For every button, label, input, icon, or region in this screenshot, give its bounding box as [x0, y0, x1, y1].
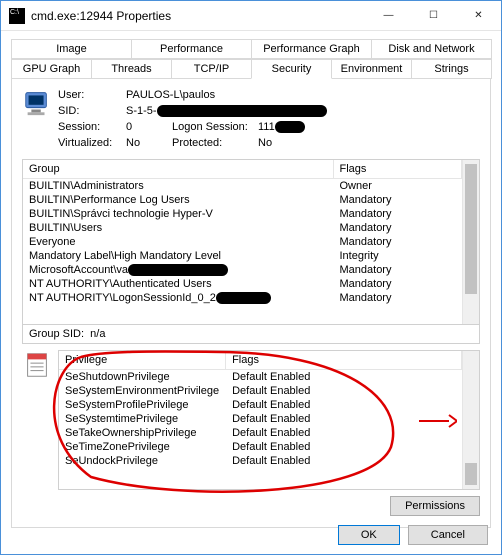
groups-col-flags[interactable]: Flags: [333, 160, 462, 179]
logon-session-value: 111: [258, 119, 305, 135]
table-row[interactable]: Mandatory Label\High Mandatory LevelInte…: [23, 249, 462, 263]
privileges-icon: [22, 350, 52, 380]
table-row[interactable]: SeTakeOwnershipPrivilegeDefault Enabled: [59, 426, 462, 440]
tab-performance[interactable]: Performance: [131, 39, 252, 59]
table-row[interactable]: NT AUTHORITY\LogonSessionId_0_2Mandatory: [23, 291, 462, 305]
table-row[interactable]: MicrosoftAccount\vaMandatory: [23, 263, 462, 277]
priv-scrollbar[interactable]: [462, 351, 479, 489]
groups-listbox[interactable]: Group Flags BUILTIN\AdministratorsOwnerB…: [22, 159, 480, 325]
session-label: Session:: [58, 119, 126, 135]
tab-gpu-graph[interactable]: GPU Graph: [11, 59, 92, 79]
table-row[interactable]: SeUndockPrivilegeDefault Enabled: [59, 454, 462, 468]
logon-session-label: Logon Session:: [166, 119, 258, 135]
priv-col-flags[interactable]: Flags: [226, 351, 462, 370]
tab-strings[interactable]: Strings: [411, 59, 492, 79]
close-button[interactable]: ✕: [456, 1, 501, 30]
user-label: User:: [58, 87, 126, 103]
tab-security-page: User: PAULOS-L\paulos SID: S-1-5- Sessio…: [11, 78, 491, 528]
table-row[interactable]: SeShutdownPrivilegeDefault Enabled: [59, 370, 462, 385]
minimize-button[interactable]: —: [366, 1, 411, 30]
window-title: cmd.exe:12944 Properties: [31, 9, 366, 23]
privileges-listbox[interactable]: Privilege Flags SeShutdownPrivilegeDefau…: [58, 350, 480, 490]
virtualized-value: No: [126, 135, 166, 151]
permissions-button[interactable]: Permissions: [390, 496, 480, 516]
cmd-icon: [9, 8, 25, 24]
tabstrip: ImagePerformancePerformance GraphDisk an…: [11, 39, 491, 79]
table-row[interactable]: SeTimeZonePrivilegeDefault Enabled: [59, 440, 462, 454]
tab-environment[interactable]: Environment: [331, 59, 412, 79]
user-value: PAULOS-L\paulos: [126, 87, 215, 103]
virtualized-label: Virtualized:: [58, 135, 126, 151]
table-row[interactable]: SeSystemProfilePrivilegeDefault Enabled: [59, 398, 462, 412]
maximize-button[interactable]: ☐: [411, 1, 456, 30]
tab-image[interactable]: Image: [11, 39, 132, 59]
table-row[interactable]: BUILTIN\Performance Log UsersMandatory: [23, 193, 462, 207]
tab-threads[interactable]: Threads: [91, 59, 172, 79]
groups-scrollbar[interactable]: [462, 160, 479, 324]
sid-value: S-1-5-: [126, 103, 327, 119]
process-icon: [22, 87, 52, 117]
tab-tcp/ip[interactable]: TCP/IP: [171, 59, 252, 79]
priv-col-privilege[interactable]: Privilege: [59, 351, 226, 370]
tab-security[interactable]: Security: [251, 59, 332, 79]
ok-button[interactable]: OK: [338, 525, 400, 545]
tab-performance-graph[interactable]: Performance Graph: [251, 39, 372, 59]
table-row[interactable]: BUILTIN\Správci technologie Hyper-VManda…: [23, 207, 462, 221]
group-sid-row: Group SID: n/a: [22, 325, 480, 344]
table-row[interactable]: BUILTIN\AdministratorsOwner: [23, 179, 462, 194]
groups-col-group[interactable]: Group: [23, 160, 333, 179]
titlebar: cmd.exe:12944 Properties — ☐ ✕: [1, 1, 501, 31]
table-row[interactable]: SeSystemEnvironmentPrivilegeDefault Enab…: [59, 384, 462, 398]
cancel-button[interactable]: Cancel: [408, 525, 488, 545]
table-row[interactable]: SeSystemtimePrivilegeDefault Enabled: [59, 412, 462, 426]
protected-label: Protected:: [166, 135, 258, 151]
tab-disk-and-network[interactable]: Disk and Network: [371, 39, 492, 59]
protected-value: No: [258, 135, 272, 151]
table-row[interactable]: NT AUTHORITY\Authenticated UsersMandator…: [23, 277, 462, 291]
sid-label: SID:: [58, 103, 126, 119]
table-row[interactable]: BUILTIN\UsersMandatory: [23, 221, 462, 235]
table-row[interactable]: EveryoneMandatory: [23, 235, 462, 249]
session-value: 0: [126, 119, 166, 135]
